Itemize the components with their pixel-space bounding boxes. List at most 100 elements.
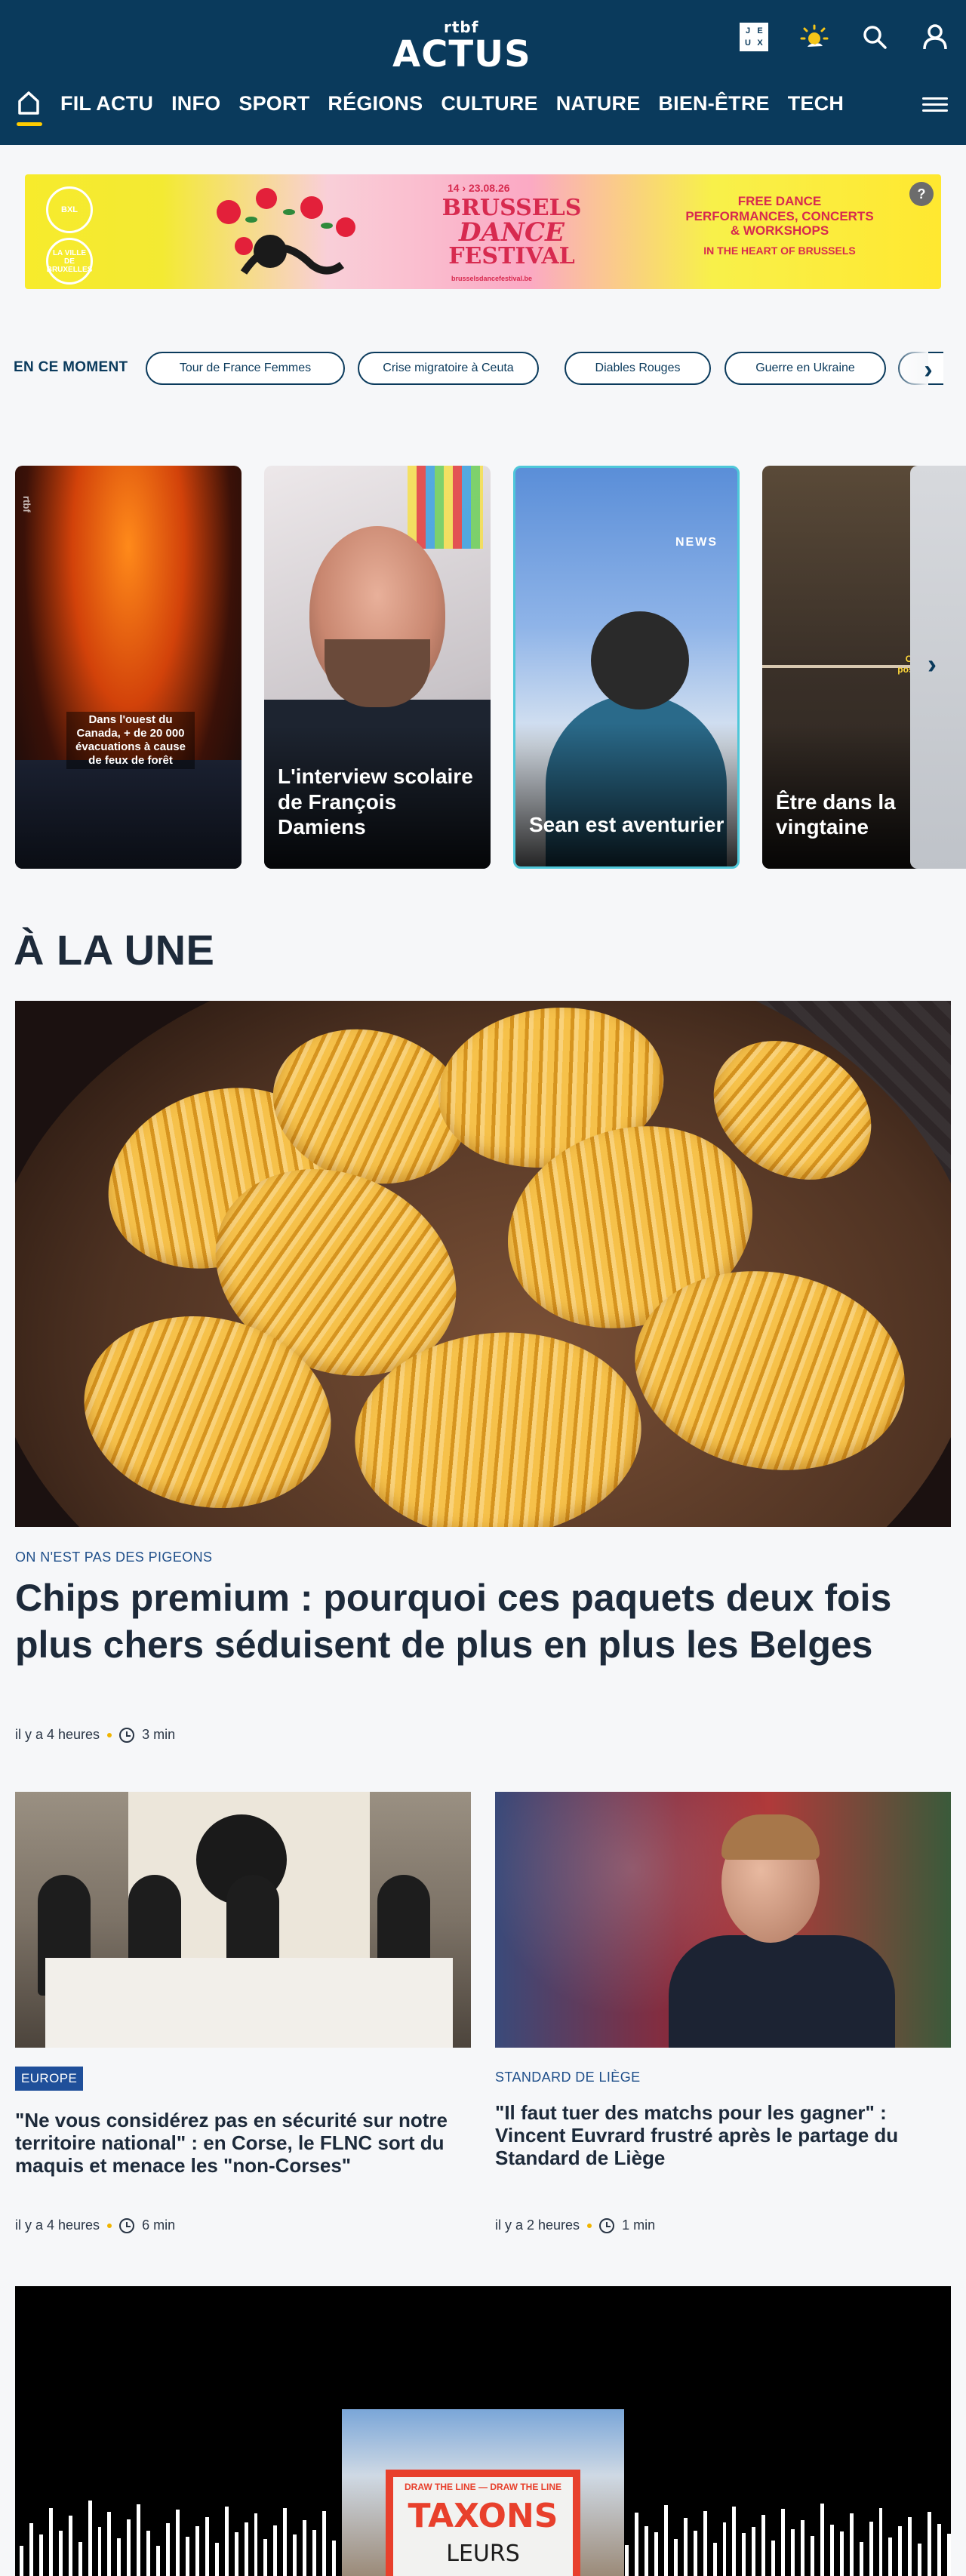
waveform-bar (117, 2538, 122, 2576)
waveform-bar (214, 2543, 219, 2576)
waveform-bar (683, 2518, 688, 2576)
meta-separator (107, 2223, 112, 2228)
waveform-bar (20, 2546, 23, 2576)
stories-carousel: rtbf Dans l'ouest du Canada, + de 20 000… (0, 466, 966, 870)
hero-image[interactable] (15, 1001, 951, 1527)
waveform-bar (693, 2531, 697, 2576)
meta-separator (587, 2223, 592, 2228)
jeux-letter: J (745, 26, 751, 35)
story-image-head (591, 611, 689, 709)
sign-small-text: LEURS (446, 2541, 520, 2567)
chevron-right-icon[interactable]: › (913, 353, 943, 386)
main-nav: FIL ACTU INFO SPORT RÉGIONS CULTURE NATU… (0, 83, 966, 128)
waveform-bar (829, 2525, 834, 2576)
ad-festival-title: BRUSSELS DANCE FESTIVAL (417, 197, 606, 268)
story-watermark: rtbf (21, 496, 32, 512)
topic-chip[interactable]: Tour de France Femmes (146, 352, 345, 385)
nav-item-tech[interactable]: TECH (788, 92, 844, 115)
meta-separator (107, 1732, 112, 1737)
article-image[interactable] (15, 1792, 471, 2048)
jeux-letter: E (757, 26, 763, 35)
waveform-bar (801, 2520, 804, 2576)
trending-topics-bar: EN CE MOMENT Tour de France Femmes Crise… (0, 349, 966, 391)
waveform-bar (322, 2511, 326, 2576)
jeux-letter: X (757, 38, 763, 48)
nav-item-fil-actu[interactable]: FIL ACTU (60, 92, 153, 115)
waveform-bar (839, 2531, 844, 2576)
waveform-bar (293, 2534, 297, 2576)
nav-item-bien-etre[interactable]: BIEN-ÊTRE (658, 92, 769, 115)
nav-item-culture[interactable]: CULTURE (441, 92, 537, 115)
topic-chip[interactable]: Guerre en Ukraine (724, 352, 886, 385)
user-icon[interactable] (918, 20, 952, 54)
waveform-bar (663, 2505, 668, 2576)
ad-dates: 14 › 23.08.26 (448, 182, 510, 194)
story-image-beard (325, 639, 430, 707)
article-title[interactable]: "Ne vous considérez pas en sécurité sur … (15, 2109, 468, 2177)
waveform-bar (68, 2516, 72, 2576)
waveform-bar (625, 2545, 629, 2576)
ad-banner[interactable]: BXL LA VILLE DE BRUXELLES 14 › 23.08.26 … (25, 174, 941, 289)
waveform-bar (48, 2508, 53, 2576)
story-watermark: NEWS (675, 536, 718, 549)
nav-item-regions[interactable]: RÉGIONS (328, 92, 423, 115)
waveform-bar (771, 2541, 776, 2576)
jeux-letter: U (745, 38, 751, 48)
menu-icon[interactable] (922, 94, 948, 116)
waveform-bar (273, 2525, 278, 2576)
waveform-bar (869, 2522, 873, 2576)
nav-item-info[interactable]: INFO (171, 92, 220, 115)
clock-icon (119, 2217, 135, 2233)
topic-chip[interactable]: Diables Rouges (565, 352, 711, 385)
waveform-bar (918, 2544, 922, 2576)
waveform-bar (673, 2539, 678, 2576)
waveform-bar (878, 2508, 883, 2576)
waveform-bar (937, 2524, 942, 2576)
waveform-bar (712, 2543, 717, 2576)
hero-title[interactable]: Chips premium : pourquoi ces paquets deu… (15, 1574, 951, 1668)
waveform-bar (263, 2539, 268, 2576)
waveform-bar (107, 2512, 112, 2576)
article-title[interactable]: "Il faut tuer des matchs pour les gagner… (495, 2101, 951, 2169)
video-player[interactable]: DRAW THE LINE — DRAW THE LINE TAXONS LEU… (15, 2286, 951, 2576)
story-card[interactable]: rtbf Dans l'ouest du Canada, + de 20 000… (15, 466, 242, 869)
article-image[interactable] (495, 1792, 951, 2048)
waveform-bar (859, 2542, 863, 2576)
ad-title-line: BRUSSELS (441, 195, 582, 221)
ad-url: brusselsdancefestival.be (451, 275, 533, 282)
waveform-bar (205, 2517, 209, 2576)
waveform-bar (888, 2538, 893, 2576)
waveform-bar (185, 2537, 189, 2576)
nav-item-nature[interactable]: NATURE (556, 92, 641, 115)
search-icon[interactable] (857, 20, 892, 54)
nav-item-sport[interactable]: SPORT (238, 92, 309, 115)
hero-read-time: 3 min (142, 1727, 176, 1742)
story-card[interactable]: NEWS Sean est aventurier (513, 466, 740, 869)
jeux-icon[interactable]: J E U X (737, 20, 771, 54)
article-image-table (45, 1958, 453, 2048)
topic-chip[interactable]: Crise migratoire à Ceuta (358, 352, 539, 385)
story-card[interactable]: L'interview scolaire de François Damiens (264, 466, 491, 869)
section-title: À LA UNE (14, 926, 215, 974)
weather-sun-icon[interactable] (797, 20, 832, 54)
waveform-bar (29, 2523, 33, 2576)
home-icon[interactable] (14, 88, 44, 126)
ad-info-icon[interactable]: ? (909, 182, 934, 206)
hero-meta: il y a 4 heures 3 min (15, 1727, 175, 1743)
article-kicker-badge[interactable]: EUROPE (15, 2067, 84, 2091)
waveform-bar (156, 2546, 161, 2576)
rtbf-actus-logo[interactable]: rtbf ACTUS (392, 14, 574, 75)
article-read-time: 6 min (142, 2217, 176, 2233)
sign-big-text: TAXONS (408, 2497, 558, 2535)
chevron-right-icon[interactable]: › (913, 639, 951, 689)
clock-icon (119, 1727, 135, 1743)
hero-kicker[interactable]: ON N'EST PAS DES PIGEONS (15, 1550, 212, 1565)
waveform-bar (254, 2513, 258, 2576)
ad-badge-ville: LA VILLE DE BRUXELLES (46, 238, 93, 285)
waveform-bar (810, 2536, 814, 2576)
waveform-bar (849, 2513, 854, 2576)
article-time: il y a 4 heures (15, 2217, 100, 2233)
story-caption: Sean est aventurier (529, 813, 724, 837)
story-overlay-text: Dans l'ouest du Canada, + de 20 000 évac… (66, 712, 195, 769)
article-kicker[interactable]: STANDARD DE LIÈGE (495, 2070, 641, 2085)
